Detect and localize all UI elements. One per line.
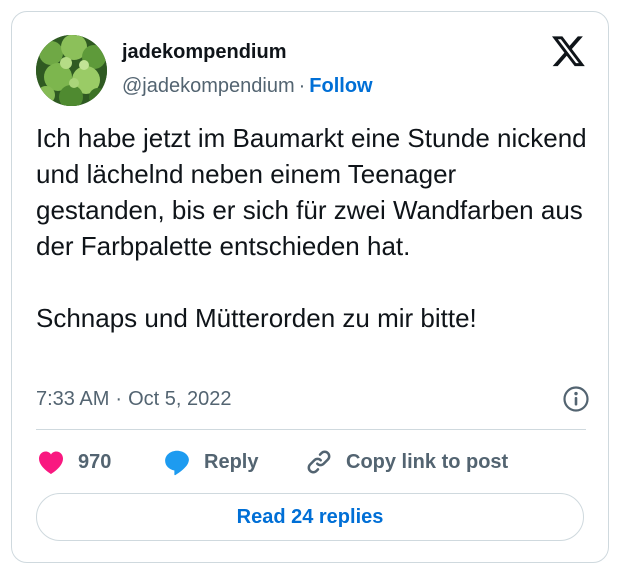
like-button[interactable]: 970 <box>36 446 111 478</box>
user-handle[interactable]: @jadekompendium <box>122 75 295 97</box>
copy-link-label: Copy link to post <box>346 450 509 473</box>
info-icon[interactable] <box>562 385 590 413</box>
reply-button[interactable]: Reply <box>162 446 258 478</box>
user-block: jadekompendium @jadekompendium · Follow <box>122 40 373 98</box>
tweet-meta: 7:33 AM · Oct 5, 2022 <box>36 385 590 413</box>
plant-leaves-avatar-image <box>36 35 107 106</box>
reply-label: Reply <box>204 450 259 473</box>
divider <box>36 429 586 430</box>
tweet-text: Ich habe jetzt im Baumarkt eine Stunde n… <box>36 123 587 333</box>
x-logo-icon[interactable] <box>552 36 586 68</box>
avatar[interactable] <box>36 35 107 106</box>
like-count: 970 <box>78 450 112 473</box>
tweet-card: jadekompendium @jadekompendium · Follow Ic… <box>11 11 609 563</box>
handle-row: @jadekompendium · Follow <box>122 74 373 98</box>
link-icon <box>307 450 331 474</box>
meta-separator: · <box>115 388 123 410</box>
copy-link-button[interactable]: Copy link to post <box>304 446 508 478</box>
tweet-date[interactable]: Oct 5, 2022 <box>128 388 231 410</box>
follow-button[interactable]: Follow <box>309 75 372 97</box>
read-replies-label: Read 24 replies <box>236 505 384 528</box>
tweet-time[interactable]: 7:33 AM <box>36 388 109 410</box>
action-bar: 970 Reply Copy link to post <box>36 446 592 478</box>
read-replies-button[interactable]: Read 24 replies <box>36 493 584 541</box>
reply-bubble-icon <box>165 450 189 476</box>
display-name[interactable]: jadekompendium <box>122 40 373 64</box>
handle-separator: · <box>298 75 306 97</box>
heart-icon <box>39 451 63 474</box>
